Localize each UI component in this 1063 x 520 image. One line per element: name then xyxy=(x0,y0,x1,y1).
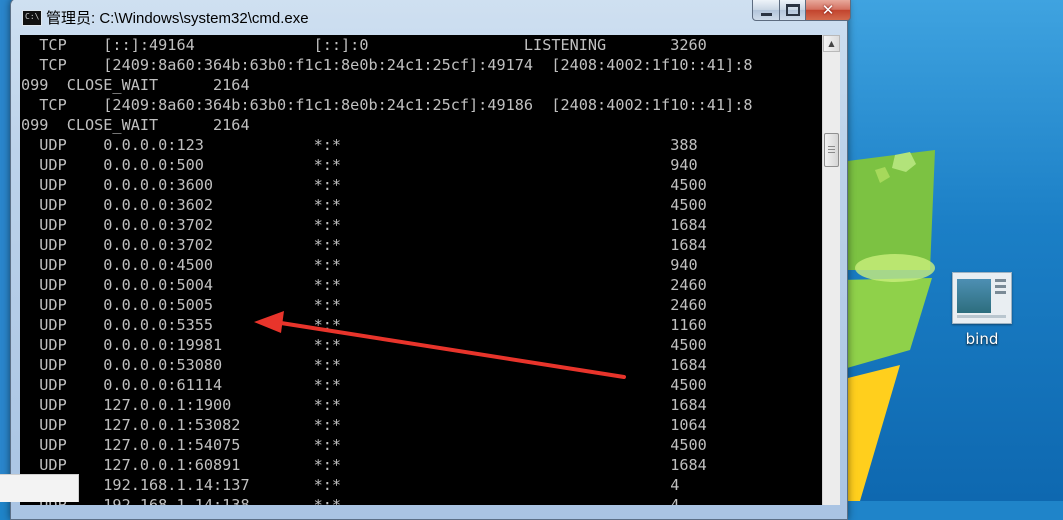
cmd-window[interactable]: C:\ 管理员: C:\Windows\system32\cmd.exe ✕ T… xyxy=(10,0,851,520)
close-button[interactable]: ✕ xyxy=(806,0,851,21)
minimize-icon xyxy=(760,12,772,16)
console-line: UDP 0.0.0.0:5355 *:* 1160 xyxy=(21,316,707,334)
console-line: 099 CLOSE_WAIT 2164 xyxy=(21,76,250,94)
console-line: TCP [::]:49164 [::]:0 LISTENING 3260 xyxy=(21,36,707,54)
console-line: 099 CLOSE_WAIT 2164 xyxy=(21,116,250,134)
console-output[interactable]: TCP [::]:49164 [::]:0 LISTENING 3260 TCP… xyxy=(20,35,822,505)
console-line: UDP 0.0.0.0:5005 *:* 2460 xyxy=(21,296,707,314)
console-line: UDP 192.168.1.14:137 *:* 4 xyxy=(21,476,680,494)
scroll-thumb[interactable] xyxy=(824,133,839,167)
cmd-app-icon[interactable]: C:\ xyxy=(22,10,42,26)
maximize-button[interactable] xyxy=(780,0,806,21)
minimize-button[interactable] xyxy=(752,0,780,21)
console-line: UDP 127.0.0.1:54075 *:* 4500 xyxy=(21,436,707,454)
console-line: UDP 0.0.0.0:3600 *:* 4500 xyxy=(21,176,707,194)
console-line: UDP 0.0.0.0:5004 *:* 2460 xyxy=(21,276,707,294)
close-icon: ✕ xyxy=(821,0,835,19)
taskbar-fragment xyxy=(0,474,79,502)
console-line: UDP 0.0.0.0:19981 *:* 4500 xyxy=(21,336,707,354)
scroll-up-button[interactable]: ▲ xyxy=(823,35,840,52)
console-line: UDP 0.0.0.0:61114 *:* 4500 xyxy=(21,376,707,394)
console-lines: TCP [::]:49164 [::]:0 LISTENING 3260 TCP… xyxy=(21,35,753,505)
console-line: UDP 127.0.0.1:53082 *:* 1064 xyxy=(21,416,707,434)
console-line: UDP 0.0.0.0:3702 *:* 1684 xyxy=(21,216,707,234)
window-controls: ✕ xyxy=(752,0,851,21)
console-line: UDP 0.0.0.0:3702 *:* 1684 xyxy=(21,236,707,254)
console-line: UDP 0.0.0.0:500 *:* 940 xyxy=(21,156,698,174)
console-line: TCP [2409:8a60:364b:63b0:f1c1:8e0b:24c1:… xyxy=(21,96,753,114)
vertical-scrollbar[interactable]: ▲ xyxy=(822,35,840,505)
maximize-icon xyxy=(785,4,800,16)
title-bar[interactable]: C:\ 管理员: C:\Windows\system32\cmd.exe ✕ xyxy=(11,0,851,33)
console-line: UDP 0.0.0.0:4500 *:* 940 xyxy=(21,256,698,274)
console-line: UDP 127.0.0.1:1900 *:* 1684 xyxy=(21,396,707,414)
console-line: TCP [2409:8a60:364b:63b0:f1c1:8e0b:24c1:… xyxy=(21,56,753,74)
bind-file-icon xyxy=(952,272,1012,324)
console-line: UDP 0.0.0.0:3602 *:* 4500 xyxy=(21,196,707,214)
window-title: 管理员: C:\Windows\system32\cmd.exe xyxy=(46,10,309,27)
console-line: UDP 192.168.1.14:138 *:* 4 xyxy=(21,496,680,505)
console-line: UDP 0.0.0.0:123 *:* 388 xyxy=(21,136,698,154)
desktop-icon-bind[interactable]: bind xyxy=(940,272,1024,348)
console-line: UDP 127.0.0.1:60891 *:* 1684 xyxy=(21,456,707,474)
desktop-icon-label: bind xyxy=(965,330,999,348)
console-line: UDP 0.0.0.0:53080 *:* 1684 xyxy=(21,356,707,374)
